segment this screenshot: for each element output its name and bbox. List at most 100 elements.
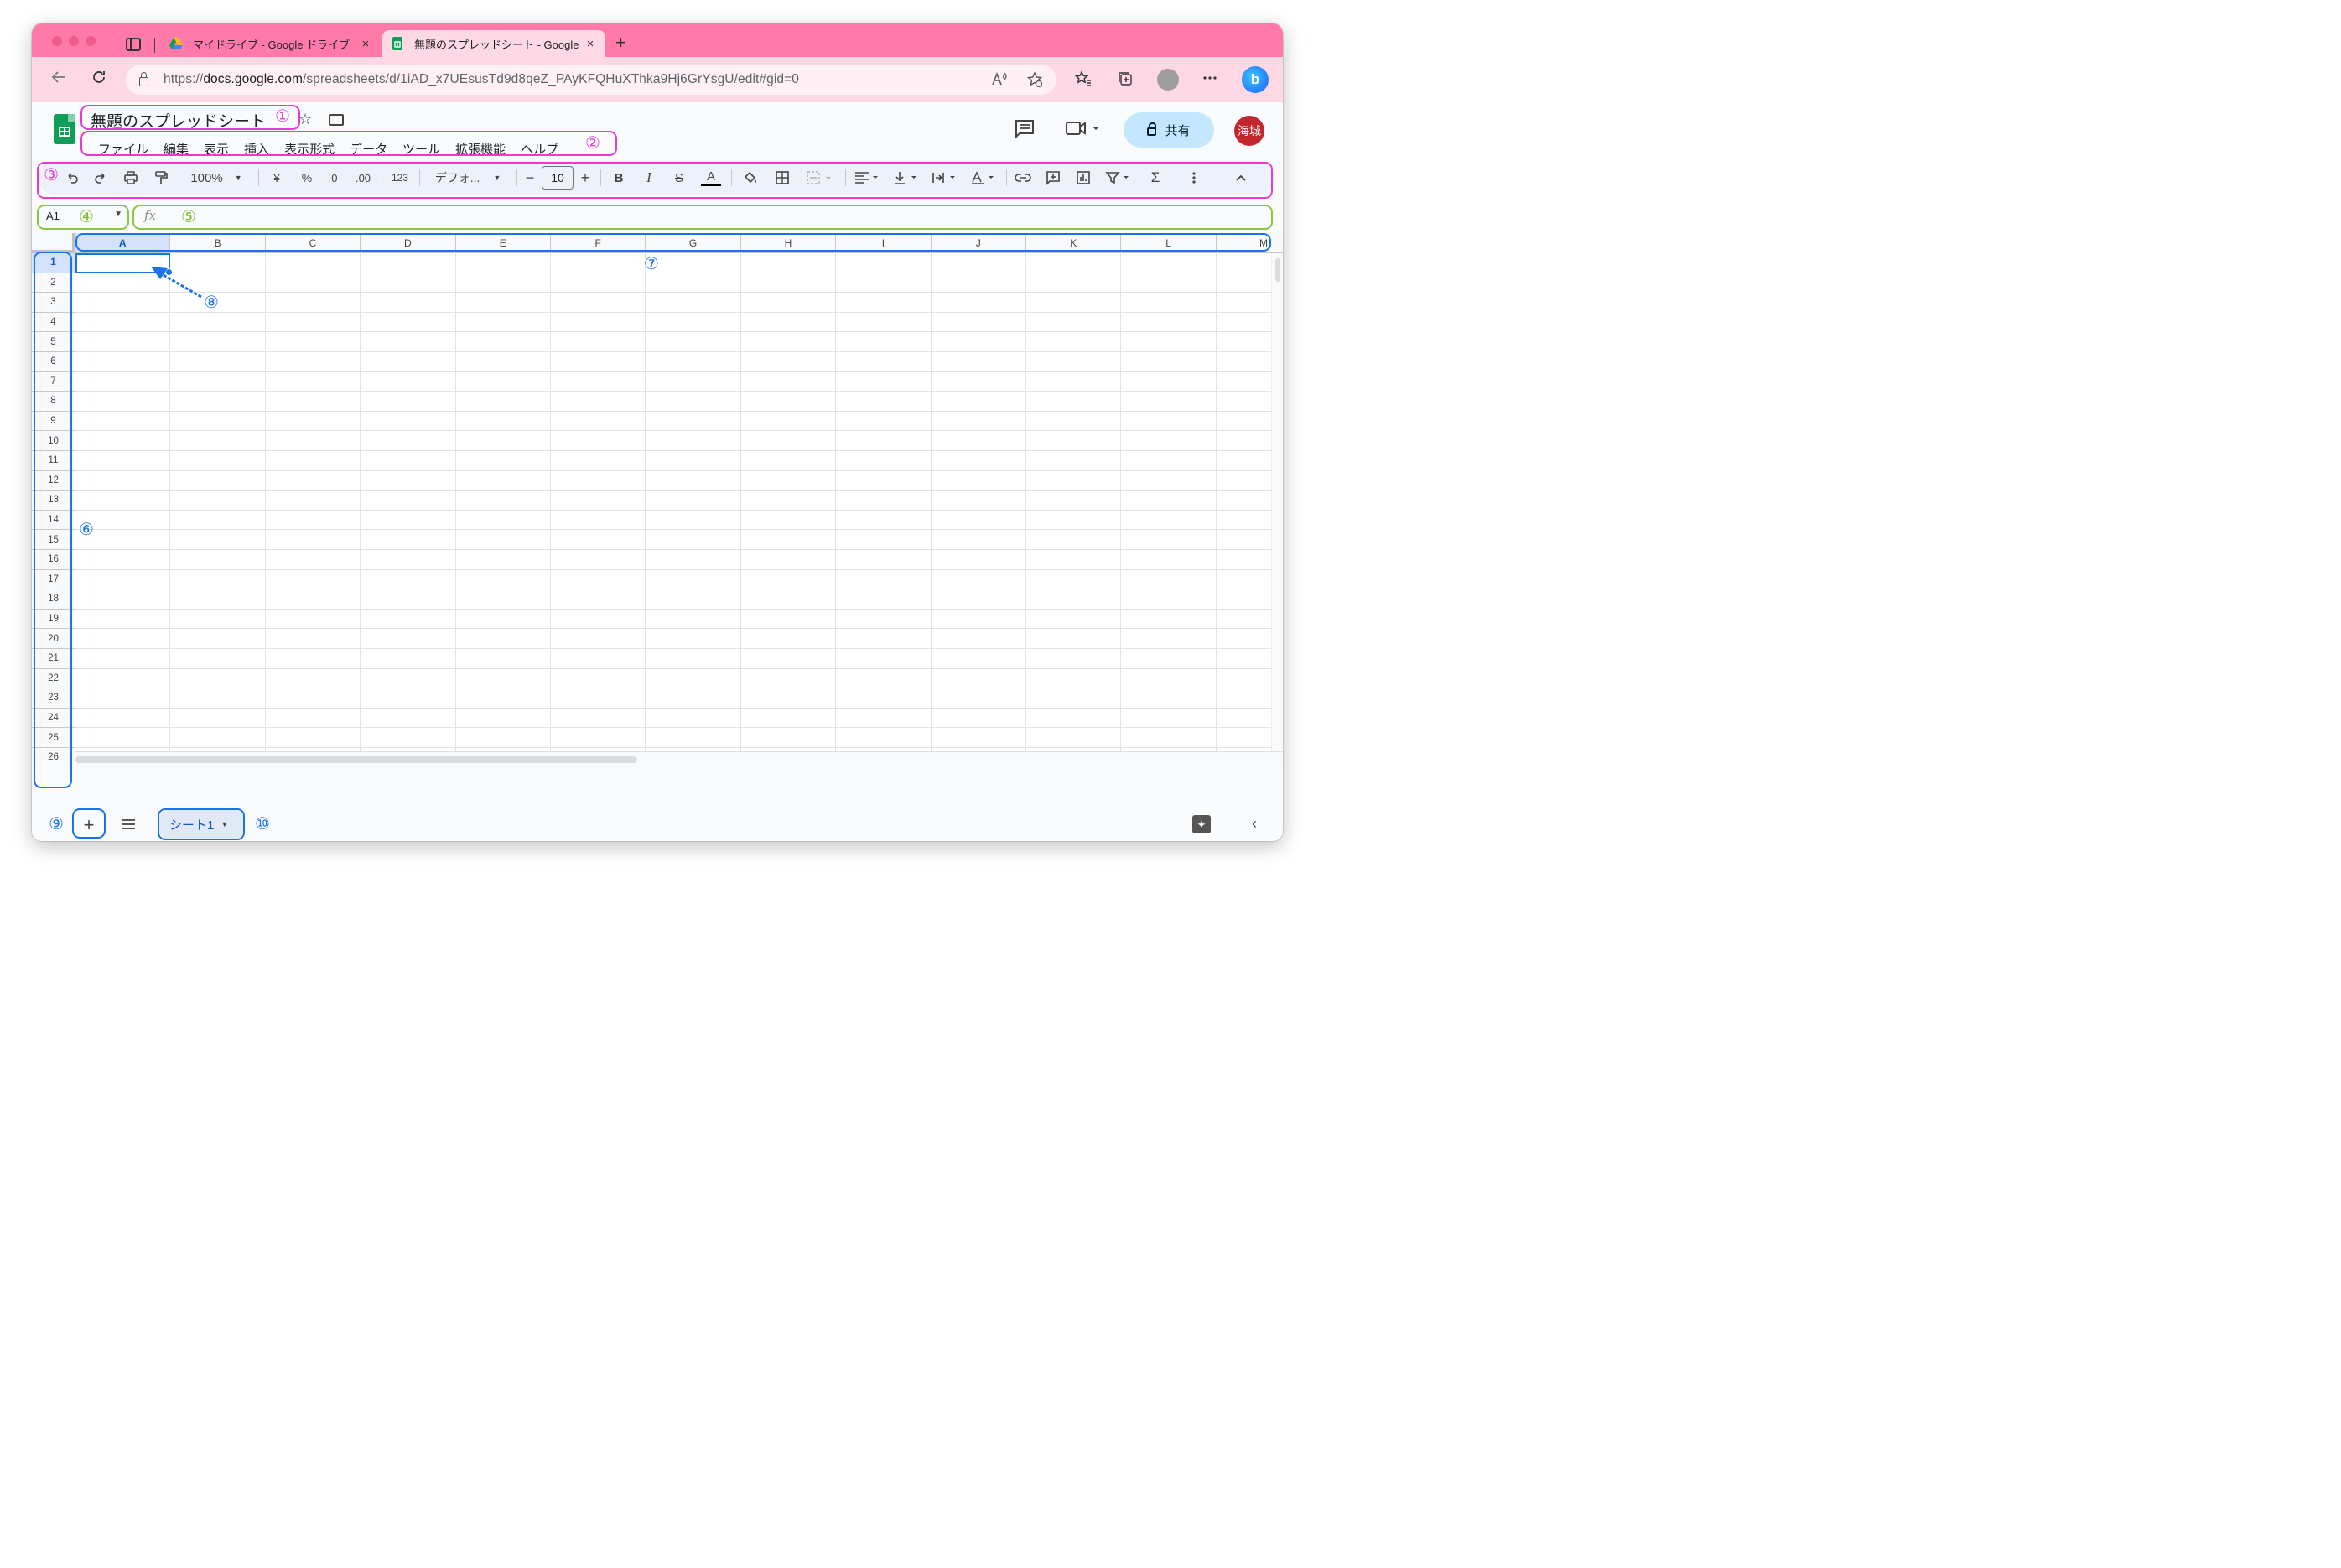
- share-button[interactable]: 共有: [1124, 112, 1214, 148]
- google-sheets-icon: [391, 37, 404, 50]
- annotation-number-7: ⑦: [644, 255, 659, 273]
- profile-avatar[interactable]: [1157, 69, 1179, 91]
- column-gridline: [645, 253, 646, 751]
- row-gridline: [75, 430, 1271, 432]
- column-gridline: [264, 253, 266, 751]
- annotation-number-1: ①: [275, 107, 290, 126]
- annotation-box-sheet-tab: [158, 808, 245, 840]
- sheets-logo-icon[interactable]: [54, 114, 75, 144]
- maximize-window-button[interactable]: [86, 36, 96, 46]
- annotation-box-toolbar: [37, 162, 1273, 199]
- minimize-window-button[interactable]: [69, 36, 79, 46]
- annotation-box-title: [80, 105, 300, 130]
- row-gridline: [75, 371, 1271, 372]
- url-bar[interactable]: https://docs.google.com/spreadsheets/d/1…: [126, 65, 1056, 95]
- close-window-button[interactable]: [52, 36, 62, 46]
- column-gridline: [454, 253, 456, 751]
- share-label: 共有: [1165, 123, 1191, 138]
- row-gridline: [75, 608, 1271, 610]
- column-gridline: [360, 253, 361, 751]
- column-gridline: [550, 253, 551, 751]
- add-favorite-icon[interactable]: [1026, 71, 1043, 92]
- all-sheets-icon[interactable]: [121, 817, 136, 834]
- column-gridline: [835, 253, 837, 751]
- annotation-number-6: ⑥: [79, 521, 94, 539]
- spreadsheet-grid[interactable]: A B C D E F G H I J K L M 1 2 3 4 5 6 7 8 9 10 11 12 13 14 15 16 17 18…: [32, 233, 1283, 766]
- favorites-icon[interactable]: [1074, 70, 1092, 91]
- horizontal-scroll-thumb[interactable]: [75, 756, 637, 763]
- row-gridline: [75, 311, 1271, 313]
- browser-window: マイドライブ - Google ドライブ × 無題のスプレッドシート - Goo…: [32, 23, 1283, 841]
- row-gridline: [75, 628, 1271, 630]
- meet-video-icon[interactable]: [1065, 119, 1100, 142]
- row-gridline: [75, 490, 1271, 491]
- row-gridline: [75, 569, 1271, 570]
- row-gridline: [75, 747, 1271, 748]
- tab-actions-icon[interactable]: [126, 38, 141, 51]
- collections-icon[interactable]: [1117, 70, 1134, 91]
- annotation-number-2: ②: [585, 134, 600, 153]
- annotation-arrow-icon: [151, 267, 202, 299]
- back-arrow-icon[interactable]: [50, 69, 67, 91]
- tab-separator: [154, 38, 155, 53]
- annotation-number-4: ④: [79, 208, 94, 226]
- annotation-number-8: ⑧: [204, 293, 219, 312]
- annotation-box-row-headers: [34, 252, 72, 788]
- tab-strip: マイドライブ - Google ドライブ × 無題のスプレッドシート - Goo…: [32, 23, 1283, 57]
- url-text: https://docs.google.com/spreadsheets/d/1…: [164, 72, 799, 86]
- row-gridline: [75, 450, 1271, 451]
- star-icon[interactable]: ☆: [298, 111, 312, 128]
- chevron-left-icon[interactable]: ‹: [1252, 815, 1257, 833]
- row-gridline: [75, 667, 1271, 669]
- annotation-number-5: ⑤: [181, 208, 196, 226]
- row-gridline: [75, 529, 1271, 531]
- reload-icon[interactable]: [91, 69, 107, 91]
- column-gridline: [1215, 253, 1217, 751]
- row-gridline: [75, 351, 1271, 352]
- column-gridline: [169, 253, 171, 751]
- row-gridline: [75, 509, 1271, 511]
- annotation-box-formula: [132, 205, 1273, 230]
- annotation-number-3: ③: [44, 166, 59, 184]
- column-gridline: [930, 253, 932, 751]
- explore-icon[interactable]: ✦: [1192, 815, 1211, 833]
- move-folder-icon[interactable]: [329, 114, 344, 126]
- annotation-box-menu: [80, 131, 617, 156]
- row-gridline: [75, 331, 1271, 333]
- more-options-icon[interactable]: [1202, 70, 1217, 90]
- row-gridline: [75, 292, 1271, 293]
- row-gridline: [75, 648, 1271, 649]
- row-gridline: [75, 391, 1271, 392]
- user-avatar[interactable]: 海城: [1234, 116, 1264, 146]
- row-gridline: [75, 727, 1271, 729]
- address-bar-row: https://docs.google.com/spreadsheets/d/1…: [32, 57, 1283, 102]
- vertical-scrollbar[interactable]: [1271, 253, 1283, 751]
- vertical-scroll-thumb[interactable]: [1275, 258, 1280, 282]
- tab-google-drive[interactable]: マイドライブ - Google ドライブ ×: [161, 30, 381, 57]
- horizontal-scrollbar[interactable]: [75, 751, 1283, 766]
- tab-close-icon[interactable]: ×: [359, 37, 372, 51]
- lock-icon[interactable]: [139, 71, 148, 86]
- tab-close-icon[interactable]: ×: [584, 37, 597, 51]
- row-gridline: [75, 549, 1271, 550]
- bing-copilot-icon[interactable]: b: [1242, 66, 1269, 93]
- row-gridline: [75, 470, 1271, 471]
- annotation-number-10: ⑩: [255, 815, 270, 833]
- row-gridline: [75, 410, 1271, 412]
- tab-spreadsheet[interactable]: 無題のスプレッドシート - Google ×: [382, 30, 605, 57]
- comment-history-icon[interactable]: [1015, 119, 1035, 142]
- column-gridline: [740, 253, 741, 751]
- row-gridline: [75, 707, 1271, 709]
- tab-title: 無題のスプレッドシート - Google: [414, 38, 579, 51]
- column-gridline: [1120, 253, 1122, 751]
- lock-icon: [1147, 122, 1157, 136]
- google-drive-icon: [169, 37, 183, 50]
- new-tab-button[interactable]: +: [615, 34, 626, 52]
- annotation-box-column-headers: [75, 233, 1271, 252]
- annotation-number-9: ⑨: [49, 815, 64, 833]
- read-aloud-icon[interactable]: [991, 71, 1008, 91]
- column-gridline: [1025, 253, 1026, 751]
- annotation-box-add-sheet: [72, 808, 106, 839]
- select-all-corner[interactable]: [32, 233, 75, 253]
- tab-title: マイドライブ - Google ドライブ: [193, 38, 350, 51]
